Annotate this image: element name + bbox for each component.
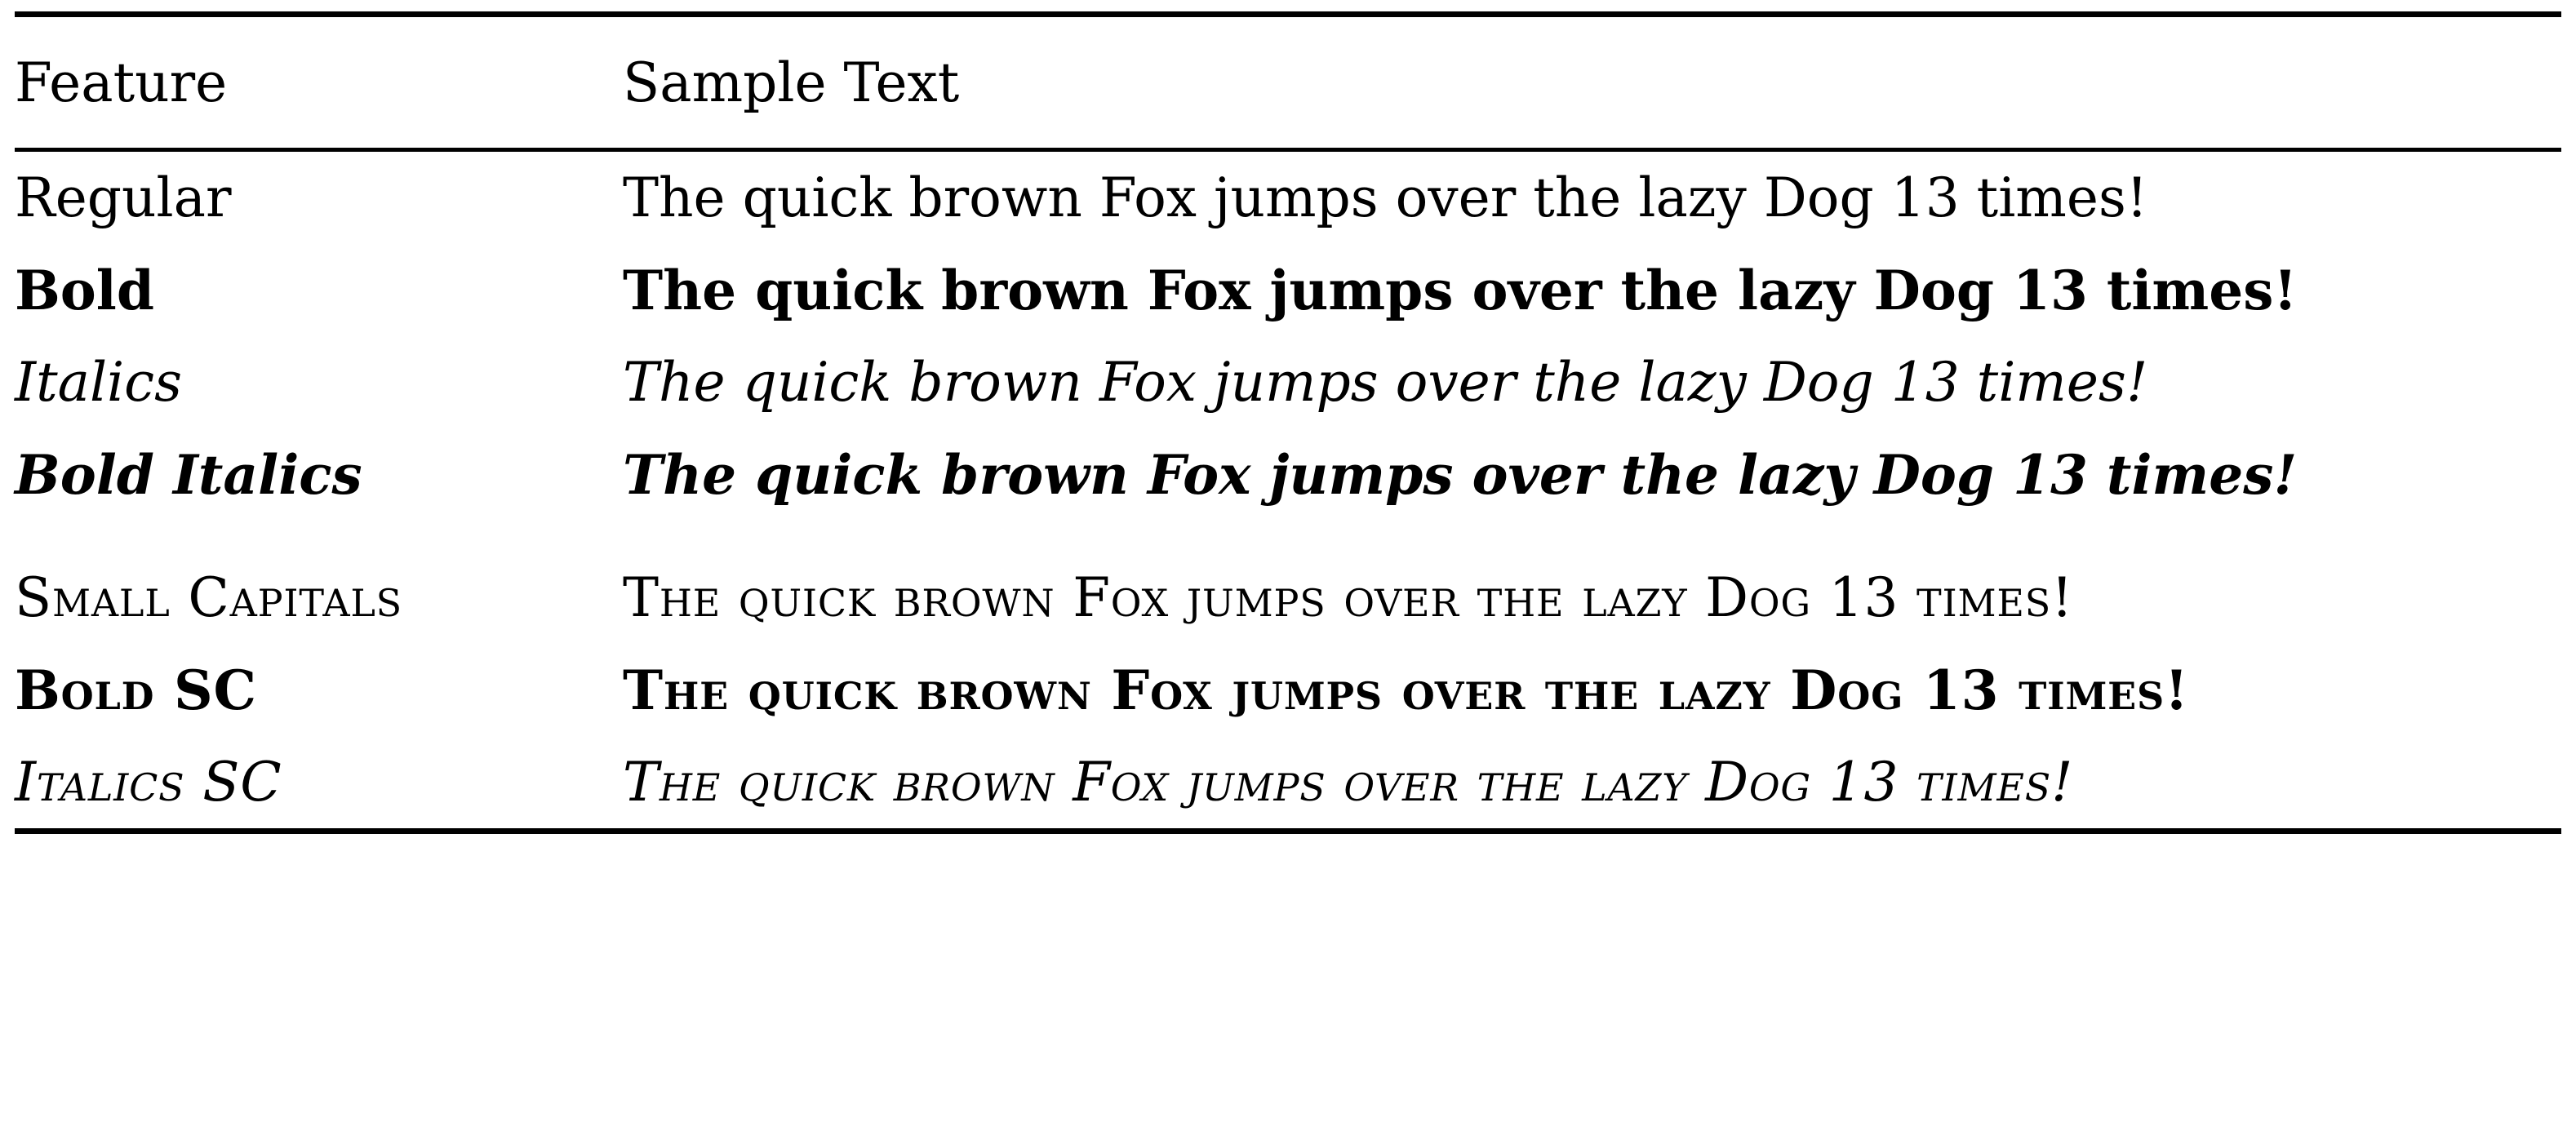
sample-text-bold-italics: The quick brown Fox jumps over the lazy … (623, 443, 2298, 507)
feature-sample-table: Feature Sample Text (15, 17, 2561, 148)
table-row: Italics The quick brown Fox jumps over t… (15, 336, 2561, 428)
table-bottom-rule (15, 828, 2561, 834)
table-row: Bold Italics The quick brown Fox jumps o… (15, 428, 2561, 521)
table-top-rule (15, 11, 2561, 17)
table-row: Regular The quick brown Fox jumps over t… (15, 152, 2561, 244)
table-row: Italics SC The quick brown Fox jumps ove… (15, 736, 2561, 828)
sample-text-regular: The quick brown Fox jumps over the lazy … (623, 166, 2148, 229)
table-row: Bold SC The quick brown Fox jumps over t… (15, 644, 2561, 736)
sample-text-small-capitals: The quick brown Fox jumps over the lazy … (623, 566, 2074, 629)
table-row: Bold The quick brown Fox jumps over the … (15, 244, 2561, 336)
column-header-feature: Feature (15, 51, 228, 114)
feature-sample-body: Regular The quick brown Fox jumps over t… (15, 152, 2561, 828)
feature-label-bold-italics: Bold Italics (15, 443, 362, 507)
table-row: Small Capitals The quick brown Fox jumps… (15, 521, 2561, 644)
feature-label-italics-sc: Italics SC (15, 751, 282, 814)
feature-label-regular: Regular (15, 166, 232, 229)
sample-text-bold: The quick brown Fox jumps over the lazy … (623, 259, 2298, 322)
feature-label-bold-sc: Bold SC (15, 659, 257, 722)
column-header-sample-text: Sample Text (623, 51, 960, 114)
feature-label-italics: Italics (15, 351, 182, 414)
feature-label-small-capitals: Small Capitals (15, 566, 402, 629)
feature-label-bold: Bold (15, 259, 155, 322)
table-header-row: Feature Sample Text (15, 17, 2561, 148)
font-specimen-table: Feature Sample Text Regular The quick br… (0, 11, 2576, 1122)
sample-text-italics-sc: The quick brown Fox jumps over the lazy … (623, 751, 2074, 814)
sample-text-italics: The quick brown Fox jumps over the lazy … (623, 351, 2148, 414)
sample-text-bold-sc: The quick brown Fox jumps over the lazy … (623, 659, 2189, 722)
